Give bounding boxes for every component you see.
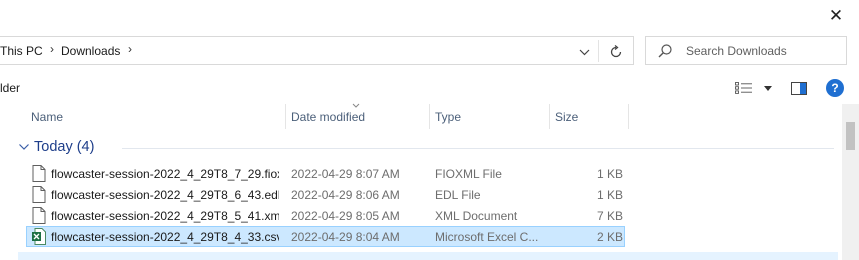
column-header-row: Name Date modified Type Size <box>0 103 842 129</box>
group-header-next[interactable] <box>18 252 838 260</box>
excel-file-icon <box>32 228 46 245</box>
preview-pane-button[interactable] <box>789 79 809 97</box>
caret-down-icon <box>764 85 772 91</box>
search-input[interactable] <box>686 43 836 59</box>
details-view-icon <box>735 82 752 94</box>
file-size: 1 KB <box>597 167 624 181</box>
folder-label: lder <box>0 81 21 95</box>
file-type: Microsoft Excel C... <box>435 230 539 244</box>
file-date-modified: 2022-04-29 8:05 AM <box>291 209 400 223</box>
file-size: 7 KB <box>597 209 624 223</box>
column-header-size[interactable]: Size <box>555 110 578 124</box>
address-row: This PC › Downloads › <box>0 35 859 67</box>
file-date-modified: 2022-04-29 8:07 AM <box>291 167 400 181</box>
column-divider[interactable] <box>628 104 629 129</box>
breadcrumb-downloads[interactable]: Downloads <box>61 44 120 58</box>
view-options-button[interactable] <box>735 80 773 96</box>
refresh-button[interactable] <box>604 41 628 63</box>
scrollbar-thumb[interactable] <box>846 122 855 150</box>
column-header-name[interactable]: Name <box>31 110 63 124</box>
file-row[interactable]: flowcaster-session-2022_4_29T8_7_29.fiox… <box>26 163 625 184</box>
file-size: 1 KB <box>597 188 624 202</box>
address-divider <box>598 40 599 62</box>
file-name: flowcaster-session-2022_4_29T8_7_29.fiox… <box>51 167 279 181</box>
generic-file-icon <box>32 207 46 224</box>
search-icon <box>658 44 672 58</box>
file-name: flowcaster-session-2022_4_29T8_6_43.edl <box>51 188 279 202</box>
group-divider <box>122 148 834 149</box>
column-header-date-modified[interactable]: Date modified <box>291 110 365 124</box>
file-type: XML Document <box>435 209 518 223</box>
file-date-modified: 2022-04-29 8:04 AM <box>291 230 400 244</box>
file-row[interactable]: flowcaster-session-2022_4_29T8_5_41.xml … <box>26 205 625 226</box>
close-icon: ✕ <box>828 6 844 25</box>
sort-indicator-icon <box>352 103 360 108</box>
title-bar: ✕ <box>0 0 859 34</box>
group-header-today[interactable]: Today (4) <box>18 138 838 158</box>
file-row-selected[interactable]: flowcaster-session-2022_4_29T8_4_33.csv … <box>26 226 625 247</box>
chevron-down-icon[interactable] <box>18 141 30 153</box>
file-row[interactable]: flowcaster-session-2022_4_29T8_6_43.edl … <box>26 184 625 205</box>
column-divider[interactable] <box>549 104 550 129</box>
column-divider[interactable] <box>429 104 430 129</box>
file-name: flowcaster-session-2022_4_29T8_4_33.csv <box>51 230 279 244</box>
file-date-modified: 2022-04-29 8:06 AM <box>291 188 400 202</box>
group-title: Today (4) <box>34 139 95 155</box>
address-bar[interactable]: This PC › Downloads › <box>0 36 634 65</box>
close-button[interactable]: ✕ <box>813 0 859 32</box>
generic-file-icon <box>32 186 46 203</box>
file-size: 2 KB <box>597 230 624 244</box>
column-divider[interactable] <box>285 104 286 129</box>
column-header-type[interactable]: Type <box>435 110 461 124</box>
address-history-dropdown[interactable] <box>574 42 594 62</box>
search-box[interactable] <box>645 36 847 65</box>
refresh-icon <box>610 45 622 58</box>
help-icon: ? <box>831 81 839 95</box>
command-row: lder ? <box>0 70 859 104</box>
help-button[interactable]: ? <box>826 79 844 97</box>
chevron-right-icon[interactable]: › <box>128 42 132 56</box>
generic-file-icon <box>32 165 46 182</box>
chevron-down-icon <box>579 49 589 55</box>
preview-pane-icon <box>791 81 807 95</box>
vertical-scrollbar[interactable] <box>842 104 859 260</box>
file-type: EDL File <box>435 188 481 202</box>
breadcrumb-this-pc[interactable]: This PC <box>0 44 43 58</box>
file-type: FIOXML File <box>435 167 502 181</box>
file-name: flowcaster-session-2022_4_29T8_5_41.xml <box>51 209 279 223</box>
chevron-right-icon[interactable]: › <box>50 42 54 56</box>
